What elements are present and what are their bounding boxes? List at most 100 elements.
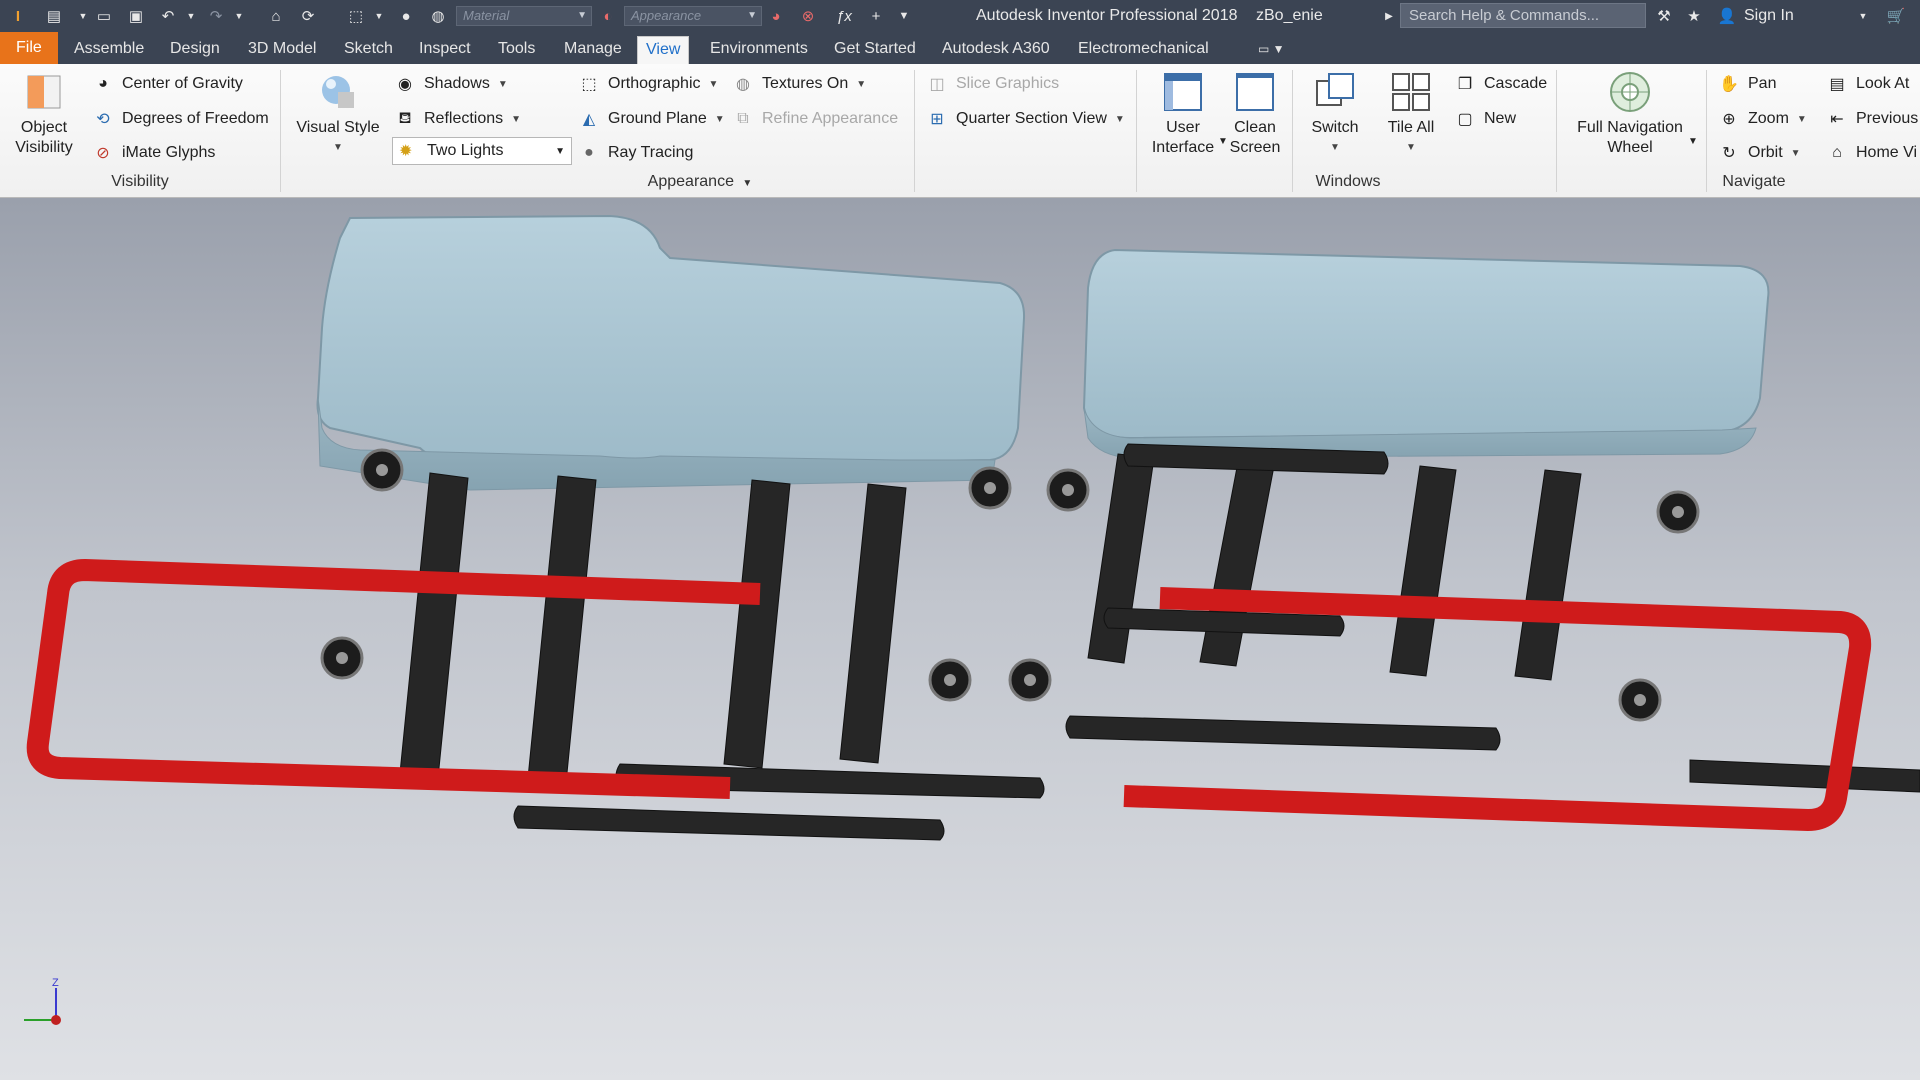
select-dropdown-icon[interactable]: ▼ [372, 4, 386, 28]
panel-title-navigate: Navigate [1722, 173, 1786, 190]
user-interface-button[interactable]: User Interface [1148, 70, 1218, 158]
tab-assemble[interactable]: Assemble [66, 36, 152, 64]
reflections-button[interactable]: ⛾ Reflections ▼ [394, 105, 521, 133]
cascade-button[interactable]: ❐ Cascade [1454, 70, 1547, 98]
customize-icon[interactable]: ▼ [894, 4, 914, 28]
center-of-gravity-button[interactable]: ◕ Center of Gravity [92, 70, 243, 98]
shadows-icon: ◉ [398, 76, 412, 93]
imate-glyphs-button[interactable]: ⊘ iMate Glyphs [92, 139, 215, 167]
orbit-button[interactable]: ↻ Orbit ▼ [1718, 139, 1800, 167]
redo-icon[interactable]: ↷ [204, 4, 228, 28]
look-at-button[interactable]: ▤ Look At [1826, 70, 1909, 98]
new-window-button[interactable]: ▢ New [1454, 105, 1516, 133]
chevron-down-icon: ▼ [714, 113, 725, 125]
slice-graphics-icon: ◫ [929, 76, 945, 93]
object-visibility-button[interactable]: Object Visibility [12, 70, 76, 158]
ground-plane-icon: ◭ [582, 111, 596, 128]
cart-icon[interactable]: 🛒 [1884, 4, 1908, 28]
visual-style-icon [316, 70, 360, 114]
navigation-wheel-dropdown-icon[interactable]: ▼ [1688, 134, 1698, 148]
tab-inspect[interactable]: Inspect [411, 36, 479, 64]
look-at-icon: ▤ [1829, 76, 1845, 93]
tile-all-button[interactable]: Tile All ▼ [1378, 70, 1444, 158]
tab-environments[interactable]: Environments [702, 36, 816, 64]
home-icon[interactable]: ⌂ [264, 4, 288, 28]
update-icon[interactable]: ⟳ [296, 4, 320, 28]
chevron-down-icon: ▼ [742, 178, 753, 189]
tab-get-started[interactable]: Get Started [826, 36, 924, 64]
slice-graphics-button[interactable]: ◫ Slice Graphics [926, 70, 1059, 98]
globe-icon[interactable]: ◍ [426, 4, 450, 28]
triad-z-label: Z [52, 978, 59, 989]
material-dropdown[interactable]: Material ▼ [456, 6, 592, 26]
tab-autodesk-a360[interactable]: Autodesk A360 [934, 36, 1058, 64]
orthographic-button[interactable]: ⬚ Orthographic ▼ [578, 70, 718, 98]
color-override-icon[interactable]: ● [394, 4, 418, 28]
undo-icon[interactable]: ↶ [156, 4, 180, 28]
favorites-icon[interactable]: ★ [1682, 4, 1706, 28]
switch-button[interactable]: Switch ▼ [1302, 70, 1368, 158]
app-title: Autodesk Inventor Professional 2018 [976, 7, 1238, 24]
sign-in-dropdown-icon[interactable]: ▼ [1856, 4, 1870, 28]
tab-sketch[interactable]: Sketch [336, 36, 401, 64]
tab-file[interactable]: File [0, 32, 58, 64]
quarter-section-view-button[interactable]: ⊞ Quarter Section View ▼ [926, 105, 1125, 133]
clear-appearance-icon[interactable]: ⊗ [796, 4, 820, 28]
undo-dropdown-icon[interactable]: ▼ [184, 4, 198, 28]
ray-tracing-button[interactable]: ● Ray Tracing [578, 139, 693, 167]
orthographic-icon: ⬚ [581, 76, 597, 93]
save-icon[interactable]: ▣ [124, 4, 148, 28]
search-options-icon[interactable]: ⚒ [1652, 4, 1676, 28]
measure-icon[interactable]: + [864, 4, 888, 28]
degrees-of-freedom-button[interactable]: ⟲ Degrees of Freedom [92, 105, 268, 133]
ground-plane-button[interactable]: ◭ Ground Plane ▼ [578, 105, 725, 133]
appearance-icon[interactable]: ◐ [596, 4, 620, 28]
open-icon[interactable]: ▭ [92, 4, 116, 28]
graphics-viewport[interactable]: Z [0, 198, 1920, 1080]
ribbon-display-toggle-icon[interactable]: ▭ ▼ [1250, 36, 1293, 64]
shadows-button[interactable]: ◉ Shadows ▼ [394, 70, 508, 98]
tab-3d-model[interactable]: 3D Model [240, 36, 324, 64]
search-input[interactable]: Search Help & Commands... [1400, 3, 1646, 28]
left-seat-cushion[interactable] [316, 214, 1026, 491]
adjust-appearance-icon[interactable]: ◕ [764, 4, 788, 28]
select-icon[interactable]: ⬚ [344, 4, 368, 28]
tab-manage[interactable]: Manage [556, 36, 630, 64]
parameters-icon[interactable]: ƒx [832, 4, 856, 28]
assembly-model[interactable] [0, 198, 1920, 1080]
pan-button[interactable]: ✋ Pan [1718, 70, 1776, 98]
zoom-button[interactable]: ⊕ Zoom ▼ [1718, 105, 1807, 133]
switch-windows-icon [1313, 70, 1357, 114]
pan-hand-icon: ✋ [1719, 76, 1739, 93]
textures-on-button[interactable]: ◍ Textures On ▼ [732, 70, 866, 98]
clean-screen-button[interactable]: Clean Screen [1224, 70, 1286, 158]
home-view-button[interactable]: ⌂ Home Vi [1826, 139, 1917, 167]
left-red-frame[interactable] [26, 559, 761, 799]
chevron-down-icon: ▼ [1796, 113, 1807, 125]
sign-in-link[interactable]: Sign In [1744, 0, 1794, 32]
chevron-down-icon: ▼ [555, 145, 565, 157]
visual-style-button[interactable]: Visual Style ▼ [294, 70, 382, 158]
appearance-dropdown[interactable]: Appearance ▼ [624, 6, 762, 26]
textures-icon: ◍ [736, 76, 750, 93]
tab-design[interactable]: Design [162, 36, 228, 64]
clean-screen-icon [1233, 70, 1277, 114]
section-view-icon: ⊞ [930, 111, 944, 128]
panel-title-appearance[interactable]: Appearance ▼ [620, 173, 780, 195]
new-file-icon[interactable]: ▤ [42, 4, 66, 28]
full-navigation-wheel-button[interactable]: Full Navigation Wheel [1568, 70, 1692, 158]
lighting-style-select[interactable]: ✹ Two Lights ▼ [392, 137, 572, 165]
chevron-right-icon[interactable]: ▶ [1382, 4, 1396, 28]
refine-appearance-button[interactable]: ⧉ Refine Appearance [732, 105, 898, 133]
previous-view-button[interactable]: ⇤ Previous [1826, 105, 1918, 133]
tab-tools[interactable]: Tools [490, 36, 543, 64]
tab-electromechanical[interactable]: Electromechanical [1070, 36, 1217, 64]
refine-appearance-icon: ⧉ [737, 110, 749, 127]
new-dropdown-icon[interactable]: ▼ [76, 4, 90, 28]
user-icon: 👤 [1717, 8, 1737, 25]
reflections-icon: ⛾ [398, 110, 412, 127]
redo-dropdown-icon[interactable]: ▼ [232, 4, 246, 28]
right-seat-cushion[interactable] [1082, 248, 1770, 459]
inventor-logo-icon[interactable]: I [6, 4, 30, 28]
tab-view[interactable]: View [637, 36, 690, 64]
